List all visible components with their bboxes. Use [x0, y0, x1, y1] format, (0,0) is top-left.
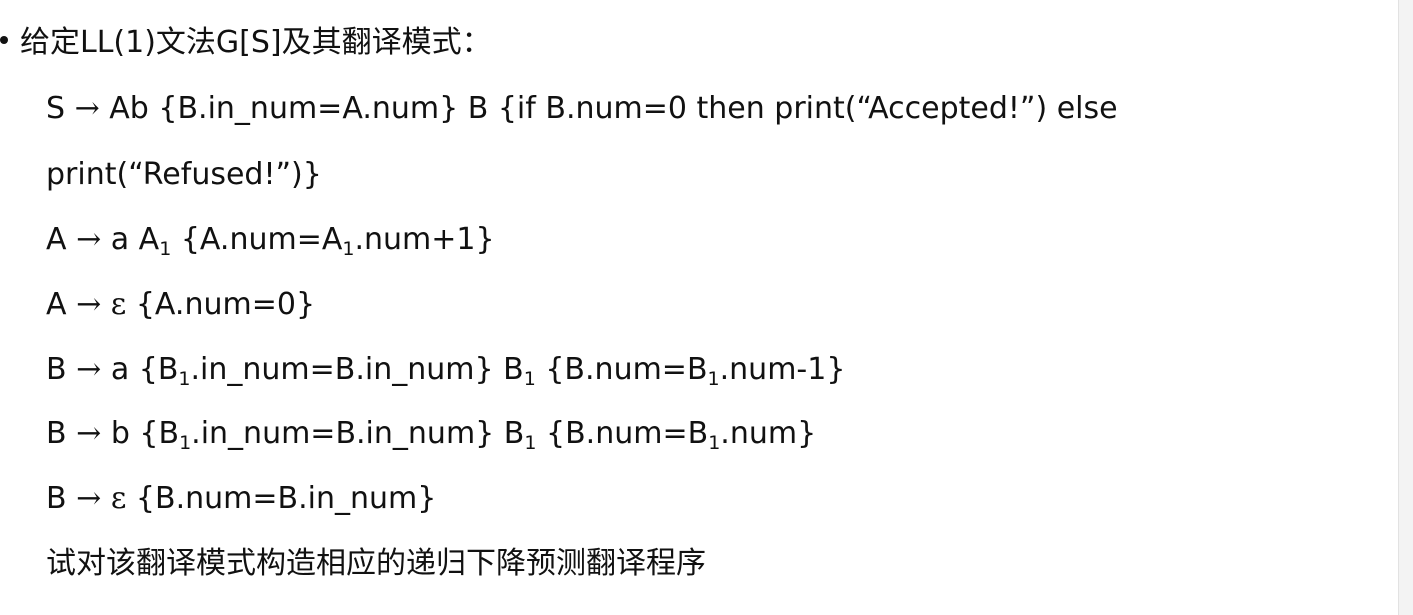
rule-b2-text-3: {B.num=B	[536, 416, 709, 451]
rule-b3-text-1: {B.num=B.in_num}	[126, 481, 437, 516]
arrow-symbol: →	[76, 481, 102, 516]
subscript-one: 1	[159, 238, 172, 260]
vertical-scrollbar[interactable]	[1398, 0, 1413, 615]
arrow-symbol: →	[76, 287, 102, 322]
rule-b2: B → b {B1.in_num=B.in_num} B1 {B.num=B1.…	[46, 414, 816, 454]
rule-s-line1: S → Ab {B.in_num=A.num} B {if B.num=0 th…	[46, 89, 1118, 129]
rule-b2-text-2: .in_num=B.in_num} B	[191, 416, 525, 451]
rule-s-line2: print(“Refused!”)}	[46, 155, 322, 195]
rule-b2-lhs: B	[46, 416, 67, 451]
rule-a2-text-1: {A.num=0}	[126, 287, 316, 322]
rule-a2: A → ε {A.num=0}	[46, 285, 315, 325]
bullet-point	[0, 36, 8, 44]
subscript-one: 1	[708, 432, 721, 454]
rule-a1-text-3: .num+1}	[354, 222, 495, 257]
arrow-symbol: →	[74, 91, 100, 126]
rule-b1-text-2: .in_num=B.in_num} B	[190, 352, 524, 387]
epsilon-symbol: ε	[110, 481, 127, 516]
rule-b3: B → ε {B.num=B.in_num}	[46, 479, 436, 519]
subscript-one: 1	[707, 368, 720, 390]
question-text: 试对该翻译模式构造相应的递归下降预测翻译程序	[46, 546, 706, 581]
rule-b1-lhs: B	[46, 352, 67, 387]
rule-b2-text-4: .num}	[720, 416, 817, 451]
arrow-symbol: →	[76, 222, 102, 257]
subscript-one: 1	[524, 432, 537, 454]
rule-b1: B → a {B1.in_num=B.in_num} B1 {B.num=B1.…	[46, 350, 845, 390]
subscript-one: 1	[179, 432, 192, 454]
rule-a1-text-1: a A	[110, 222, 160, 257]
rule-b1-text-4: .num-1}	[719, 352, 846, 387]
epsilon-symbol: ε	[110, 287, 127, 322]
rule-s-lhs: S	[46, 91, 66, 126]
arrow-symbol: →	[76, 352, 102, 387]
subscript-one: 1	[342, 238, 355, 260]
heading-text: 给定LL(1)文法G[S]及其翻译模式：	[20, 25, 492, 60]
subscript-one: 1	[178, 368, 191, 390]
rule-a1: A → a A1 {A.num=A1.num+1}	[46, 220, 495, 260]
rule-s-rhs-part2: print(“Refused!”)}	[46, 157, 322, 192]
rule-a1-lhs: A	[46, 222, 67, 257]
subscript-one: 1	[523, 368, 536, 390]
rule-b2-text-1: b {B	[110, 416, 180, 451]
rule-b3-lhs: B	[46, 481, 67, 516]
rule-a2-lhs: A	[46, 287, 67, 322]
rule-s-rhs-part1: Ab {B.in_num=A.num} B {if B.num=0 then p…	[109, 91, 1118, 126]
rule-a1-text-2: {A.num=A	[171, 222, 343, 257]
rule-b1-text-1: a {B	[110, 352, 179, 387]
slide-content: 给定LL(1)文法G[S]及其翻译模式： S → Ab {B.in_num=A.…	[0, 0, 1398, 615]
arrow-symbol: →	[76, 416, 102, 451]
rule-b1-text-3: {B.num=B	[535, 352, 708, 387]
